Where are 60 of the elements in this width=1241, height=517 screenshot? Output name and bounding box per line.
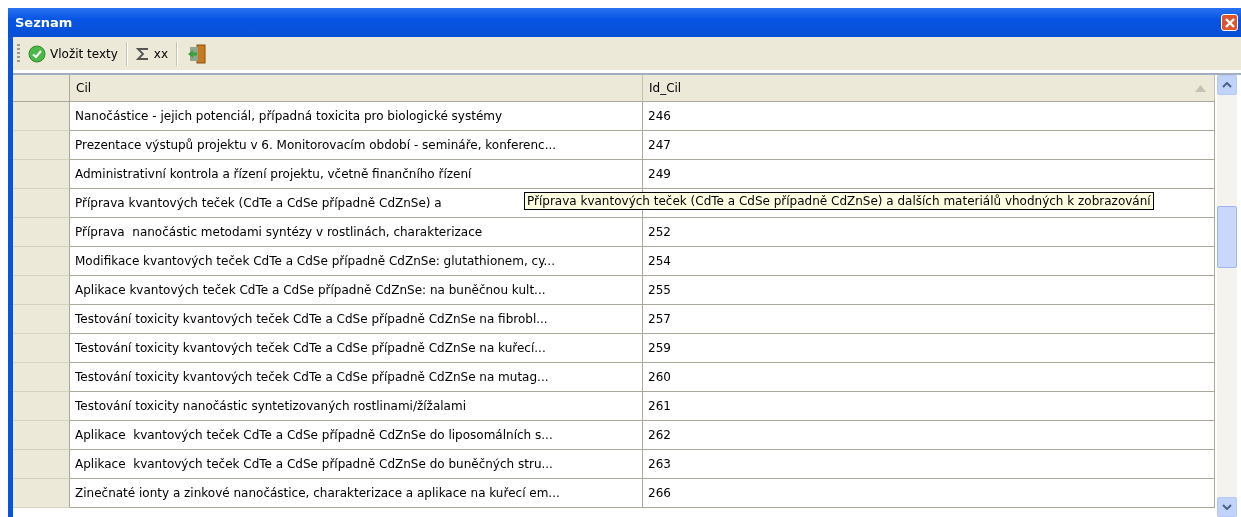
table-cell: 266 (643, 479, 1215, 508)
corner-cell (13, 75, 70, 102)
table-cell: Modifikace kvantových teček CdTe a CdSe případně CdZnSe: glutathionem, cy... (70, 247, 643, 276)
table-cell: 262 (643, 421, 1215, 450)
row-selector[interactable] (13, 334, 70, 363)
table-cell: Zinečnaté ionty a zinkové nanočástice, charakterizace a aplikace na kuřecí em... (70, 479, 643, 508)
chevron-up-icon (1222, 82, 1232, 88)
table-cell: 246 (643, 102, 1215, 131)
row-selector[interactable] (13, 102, 70, 131)
check-icon (28, 44, 46, 63)
table-cell: Testování toxicity nanočástic syntetizovaných rostlinami/žížalami (70, 392, 643, 421)
row-selector[interactable] (13, 131, 70, 160)
vertical-scrollbar[interactable] (1217, 75, 1237, 517)
close-button[interactable] (1221, 14, 1238, 31)
table-cell: Testování toxicity kvantových teček CdTe a CdSe případně CdZnSe na fibrobl... (70, 305, 643, 334)
table-cell: 260 (643, 363, 1215, 392)
table-cell: 259 (643, 334, 1215, 363)
table-cell: 254 (643, 247, 1215, 276)
scroll-thumb[interactable] (1217, 206, 1237, 268)
table-cell: Testování toxicity kvantových teček CdTe a CdSe případně CdZnSe na mutag... (70, 363, 643, 392)
table-cell: Aplikace kvantových teček CdTe a CdSe případně CdZnSe do buněčných stru... (70, 450, 643, 479)
table-cell: Testování toxicity kvantových teček CdTe a CdSe případně CdZnSe na kuřecí... (70, 334, 643, 363)
row-selector[interactable] (13, 189, 70, 218)
row-selector[interactable] (13, 363, 70, 392)
window-title: Seznam (15, 15, 73, 30)
column-header[interactable]: Id_Cil (643, 75, 1215, 102)
row-selector[interactable] (13, 247, 70, 276)
table-cell: 247 (643, 131, 1215, 160)
row-selector[interactable] (13, 160, 70, 189)
row-selector[interactable] (13, 305, 70, 334)
table-cell: Administrativní kontrola a řízení projektu, včetně finančního řízení (70, 160, 643, 189)
tooltip: Příprava kvantových teček (CdTe a CdSe případně CdZnSe) a dalších materiálů vhodných k zobrazování (524, 192, 1154, 210)
table-cell: 252 (643, 218, 1215, 247)
table-cell: Nanočástice - jejich potenciál, případná toxicita pro biologické systémy (70, 102, 643, 131)
table-cell: Prezentace výstupů projektu v 6. Monitorovacím období - semináře, konferenc... (70, 131, 643, 160)
table-cell: 255 (643, 276, 1215, 305)
chevron-down-icon (1222, 504, 1232, 510)
table-cell: 263 (643, 450, 1215, 479)
close-icon (1222, 15, 1237, 30)
row-selector[interactable] (13, 392, 70, 421)
sort-arrow-icon (1195, 84, 1206, 92)
insert-texts-button[interactable]: Vložit texty (24, 42, 122, 65)
table-cell: Příprava nanočástic metodami syntézy v rostlinách, charakterizace (70, 218, 643, 247)
row-selector[interactable] (13, 479, 70, 508)
sigma-icon (135, 46, 150, 61)
table-cell: 261 (643, 392, 1215, 421)
row-selector[interactable] (13, 421, 70, 450)
toolbar-grip[interactable] (17, 43, 20, 64)
scroll-down-button[interactable] (1217, 497, 1237, 517)
table-cell: 257 (643, 305, 1215, 334)
table-cell: Aplikace kvantových teček CdTe a CdSe případně CdZnSe: na buněčnou kult... (70, 276, 643, 305)
row-selector[interactable] (13, 450, 70, 479)
table-cell: Aplikace kvantových teček CdTe a CdSe případně CdZnSe do liposomálních s... (70, 421, 643, 450)
row-selector[interactable] (13, 218, 70, 247)
sum-button[interactable]: xx (131, 44, 173, 63)
scroll-up-button[interactable] (1217, 75, 1237, 95)
table-cell: 249 (643, 160, 1215, 189)
column-header[interactable]: Cil (70, 75, 643, 102)
row-selector[interactable] (13, 276, 70, 305)
door-exit-icon (186, 43, 209, 64)
